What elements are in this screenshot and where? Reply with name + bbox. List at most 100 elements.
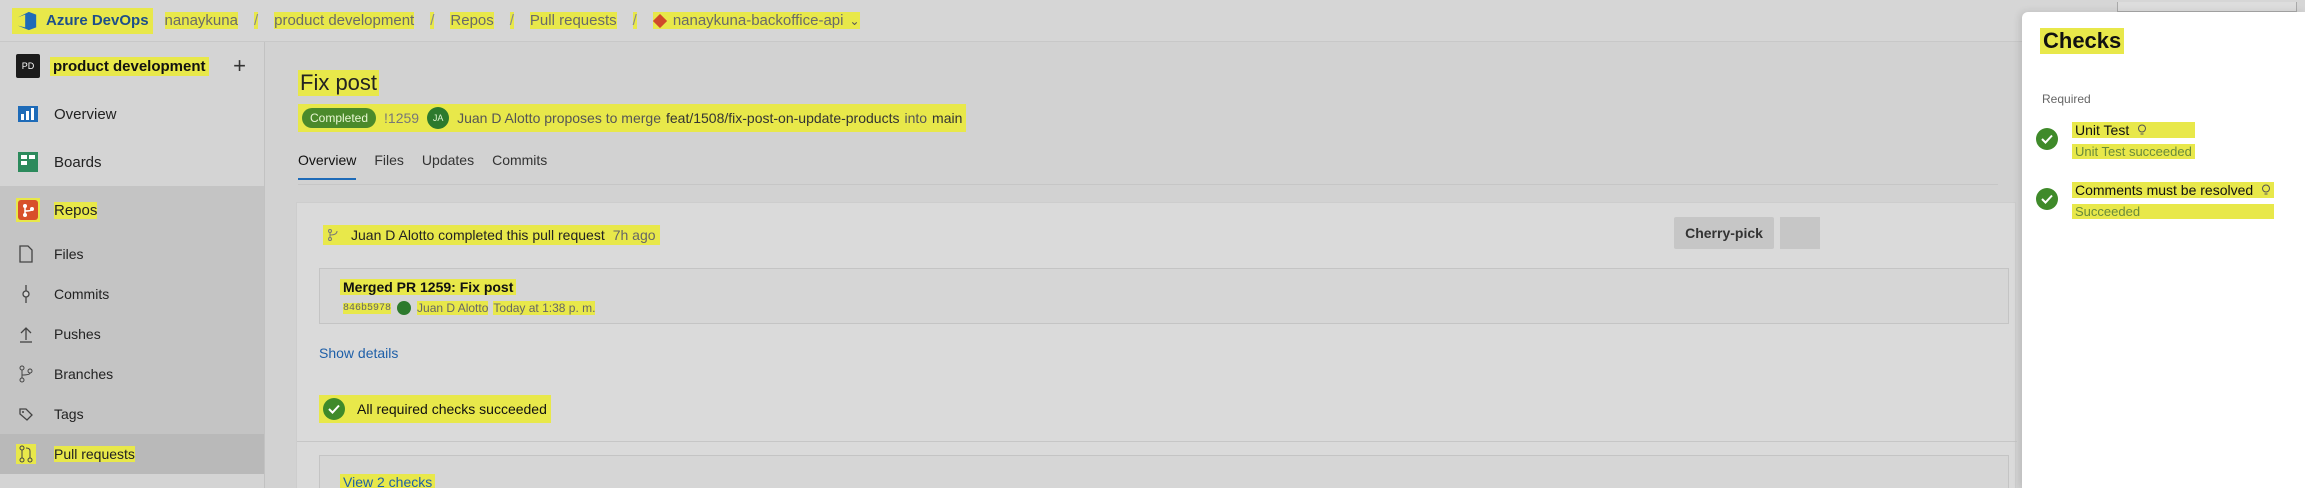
tags-icon — [16, 404, 36, 424]
sidebar-item-label: Pushes — [54, 326, 101, 342]
breadcrumb-separator: / — [253, 12, 259, 29]
azure-devops-logo-icon — [17, 11, 37, 30]
tab-bar: Overview Files Updates Commits — [298, 152, 565, 180]
sidebar-item-label: Boards — [54, 153, 102, 171]
sidebar-item-pull-requests[interactable]: Pull requests — [0, 434, 264, 474]
check-success-icon — [2036, 128, 2058, 150]
sidebar-item-files[interactable]: Files — [0, 234, 264, 274]
merge-commit-card[interactable]: Merged PR 1259: Fix post 846b5978 Juan D… — [319, 268, 2009, 324]
tab-files[interactable]: Files — [374, 152, 404, 180]
sidebar-item-label: Commits — [54, 286, 110, 302]
checks-panel: Checks Required Unit Test Unit Test succ… — [2022, 12, 2305, 488]
breadcrumb-project[interactable]: product development — [274, 12, 415, 29]
check-name: Comments must be resolved — [2072, 182, 2275, 198]
completion-text: Juan D Alotto completed this pull reques… — [351, 227, 605, 243]
view-checks-card[interactable]: View 2 checks — [319, 455, 2009, 488]
merge-commit-title[interactable]: Merged PR 1259: Fix post — [340, 279, 517, 295]
breadcrumb-org[interactable]: nanaykuna — [164, 12, 238, 29]
into-text: into — [904, 110, 928, 126]
breadcrumb-repos[interactable]: Repos — [450, 12, 494, 29]
chevron-down-icon: ⌄ — [849, 13, 860, 28]
commit-hash[interactable]: 846b5978 — [343, 302, 392, 314]
check-name-text: Unit Test — [2075, 122, 2130, 138]
check-name: Unit Test — [2072, 122, 2195, 138]
avatar — [397, 301, 412, 315]
breadcrumb-separator: / — [509, 12, 514, 29]
revert-button[interactable] — [1780, 217, 1820, 249]
sidebar-item-boards[interactable]: Boards — [0, 138, 264, 186]
branches-icon — [16, 364, 36, 384]
lightbulb-icon — [2262, 184, 2271, 195]
checks-section-label: Required — [2042, 92, 2091, 106]
commits-icon — [16, 284, 36, 304]
pushes-icon — [16, 324, 36, 344]
sidebar-item-label: Branches — [54, 366, 114, 382]
boards-icon — [16, 150, 40, 174]
sidebar-item-pushes[interactable]: Pushes — [0, 314, 264, 354]
top-bar: Azure DevOps nanaykuna / product develop… — [0, 0, 2305, 42]
brand-name: Azure DevOps — [46, 12, 149, 29]
commit-time: Today at 1:38 p. m. — [493, 301, 596, 315]
breadcrumb-repo-selector[interactable]: nanaykuna-backoffice-api ⌄ — [652, 12, 860, 29]
completion-time: 7h ago — [612, 227, 656, 243]
sidebar-item-label: Tags — [54, 406, 84, 422]
avatar: JA — [427, 107, 450, 129]
show-details-link[interactable]: Show details — [319, 345, 398, 361]
pr-id: !1259 — [384, 110, 420, 126]
breadcrumb-pull-requests[interactable]: Pull requests — [529, 12, 617, 29]
sidebar-item-branches[interactable]: Branches — [0, 354, 264, 394]
repos-icon — [16, 198, 40, 222]
project-name: product development — [50, 56, 209, 76]
pr-summary: Completed !1259 JA Juan D Alotto propose… — [298, 104, 967, 132]
check-success-icon — [2036, 188, 2058, 210]
divider — [297, 441, 2017, 442]
check-item[interactable]: Comments must be resolved Succeeded — [2036, 182, 2275, 219]
tab-commits[interactable]: Commits — [492, 152, 547, 180]
sidebar-item-repos[interactable]: Repos — [0, 186, 264, 234]
pr-author-text: Juan D Alotto proposes to merge — [457, 110, 661, 126]
checks-panel-title: Checks — [2040, 28, 2125, 54]
sidebar-item-label: Overview — [54, 105, 117, 123]
cherry-pick-button[interactable]: Cherry-pick — [1674, 217, 1774, 249]
check-item[interactable]: Unit Test Unit Test succeeded — [2036, 122, 2195, 159]
source-branch-link[interactable]: feat/1508/fix-post-on-update-products — [666, 110, 899, 126]
main-content: Fix post Completed !1259 JA Juan D Alott… — [266, 42, 2026, 488]
lightbulb-icon — [2138, 124, 2147, 135]
tab-overview[interactable]: Overview — [298, 152, 357, 180]
repo-name: nanaykuna-backoffice-api — [672, 12, 844, 29]
check-status: Unit Test succeeded — [2072, 144, 2195, 159]
view-checks-link[interactable]: View 2 checks — [340, 474, 436, 488]
page-title: Fix post — [298, 70, 380, 96]
add-icon[interactable]: + — [233, 53, 246, 79]
status-badge: Completed — [302, 108, 377, 128]
files-icon — [16, 244, 36, 264]
brand-link[interactable]: Azure DevOps — [12, 7, 153, 34]
merge-commit-meta: 846b5978 Juan D Alotto Today at 1:38 p. … — [340, 301, 598, 315]
target-branch-link[interactable]: main — [932, 110, 962, 126]
checks-summary: All required checks succeeded — [319, 395, 551, 423]
commit-author: Juan D Alotto — [417, 301, 489, 315]
repos-section: Repos Files Commits Pushes Branches Tags… — [0, 186, 264, 474]
overview-panel: Juan D Alotto completed this pull reques… — [296, 202, 2017, 488]
divider — [298, 184, 1998, 185]
merge-icon — [328, 229, 338, 241]
overview-icon — [16, 102, 40, 126]
sidebar-item-label: Files — [54, 246, 84, 262]
sidebar-item-tags[interactable]: Tags — [0, 394, 264, 434]
project-header[interactable]: PD product development + — [0, 42, 264, 90]
check-status: Succeeded — [2072, 204, 2275, 219]
sidebar-item-commits[interactable]: Commits — [0, 274, 264, 314]
top-right-frame — [2117, 2, 2297, 12]
breadcrumb-separator: / — [430, 12, 435, 29]
sidebar-item-overview[interactable]: Overview — [0, 90, 264, 138]
sidebar: PD product development + Overview Boards… — [0, 42, 265, 488]
completion-message: Juan D Alotto completed this pull reques… — [323, 225, 660, 245]
tab-updates[interactable]: Updates — [422, 152, 474, 180]
pull-requests-icon — [16, 444, 36, 464]
sidebar-item-label: Pull requests — [54, 446, 135, 462]
project-avatar: PD — [16, 54, 40, 78]
git-repo-icon — [652, 13, 667, 28]
checks-summary-text: All required checks succeeded — [357, 401, 547, 417]
breadcrumb-separator: / — [632, 12, 637, 29]
sidebar-item-label: Repos — [54, 201, 98, 219]
